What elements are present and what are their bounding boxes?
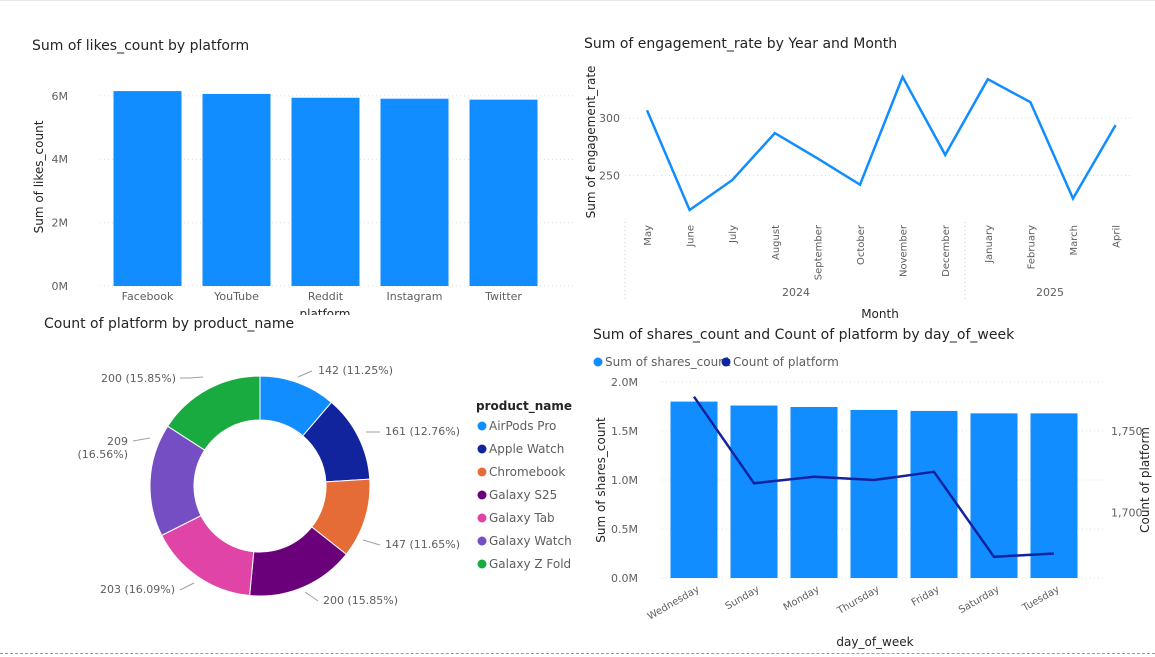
bar	[469, 99, 538, 286]
bar	[202, 93, 271, 287]
x-axis-title: day_of_week	[836, 635, 913, 649]
data-label-leader	[304, 591, 319, 602]
data-label: 200 (15.85%)	[323, 594, 398, 607]
y-tick-label-left: 0.0M	[611, 572, 638, 585]
y-tick-label-left: 1.0M	[611, 474, 638, 487]
shares-chart: 0.0M0.5M1.0M1.5M2.0M1,7001,750Wednesday S…	[593, 355, 1152, 649]
legend-marker	[477, 421, 487, 431]
bar	[850, 409, 898, 578]
legend-marker	[477, 444, 487, 454]
data-label-leader	[180, 376, 204, 379]
bar	[291, 97, 360, 286]
legend-item: Apple Watch	[489, 442, 564, 456]
legend-item: Count of platform	[733, 355, 839, 369]
x-tick-label: November	[899, 224, 910, 277]
x-tick-label: YouTube	[213, 290, 259, 303]
legend-marker	[477, 490, 487, 500]
bar	[970, 413, 1018, 578]
x-tick-label: January	[984, 225, 995, 264]
data-label: 147 (11.65%)	[385, 538, 460, 551]
y-tick-label-left: 1.5M	[611, 425, 638, 438]
shares-chart-panel[interactable]: Sum of shares_count and Count of platfor…	[580, 320, 1155, 653]
legend-item: AirPods Pro	[489, 419, 556, 433]
bar	[380, 98, 449, 287]
y-axis-title-left: Sum of shares_count	[594, 417, 608, 543]
engagement-chart: 250 300 May June July August September October N…	[584, 66, 1133, 320]
y-tick-label: 6M	[52, 90, 69, 103]
x-tick-label: Reddit	[308, 290, 344, 303]
x-tick-label: Instagram	[387, 290, 443, 303]
legend-item: Sum of shares_count	[605, 355, 731, 369]
legend-marker	[593, 357, 603, 367]
y-axis-title-right: Count of platform	[1138, 427, 1152, 533]
legend-item: Galaxy S25	[489, 488, 557, 502]
year-label: 2025	[1036, 286, 1064, 299]
legend-marker	[721, 357, 731, 367]
donut-chart: 142 (11.25%) 161 (12.76%) 147 (11.65%) 200 …	[77, 364, 572, 607]
x-tick-label: Facebook	[122, 290, 174, 303]
data-label: 203 (16.09%)	[100, 583, 175, 596]
x-tick-label: Sunday	[724, 584, 762, 612]
likes-chart-panel[interactable]: Sum of likes_count by platform 0M 2M 4M 6M F…	[0, 0, 580, 315]
x-tick-label: July	[728, 225, 739, 244]
x-tick-label: March	[1069, 225, 1080, 255]
x-tick-label: Saturday	[957, 584, 1002, 616]
legend-marker	[477, 467, 487, 477]
data-label-leader	[179, 582, 195, 591]
x-tick-label: October	[856, 224, 867, 265]
bar	[113, 91, 182, 286]
x-axis-title: Month	[861, 307, 899, 320]
legend-marker	[477, 536, 487, 546]
x-tick-label: Tuesday	[1020, 584, 1062, 614]
y-tick-label-left: 0.5M	[611, 523, 638, 536]
engagement-chart-panel[interactable]: Sum of engagement_rate by Year and Month…	[580, 0, 1155, 320]
data-label: (16.56%)	[77, 448, 128, 461]
x-tick-label: February	[1026, 225, 1037, 269]
y-tick-label: 300	[599, 112, 620, 125]
legend-item: Galaxy Z Fold	[489, 557, 571, 571]
x-tick-label: May	[643, 225, 654, 246]
series-line	[645, 73, 1117, 212]
y-axis-title: Sum of likes_count	[32, 120, 46, 233]
legend-item: Galaxy Watch	[489, 534, 572, 548]
data-label: 161 (12.76%)	[385, 425, 460, 438]
data-label: 142 (11.25%)	[318, 364, 393, 377]
x-tick-label: September	[813, 224, 824, 280]
y-tick-label: 250	[599, 170, 620, 183]
data-label-leader	[132, 437, 151, 442]
bar	[790, 406, 838, 578]
y-axis-title: Sum of engagement_rate	[584, 66, 598, 219]
x-axis-title: platform	[300, 307, 351, 315]
legend-item: Galaxy Tab	[489, 511, 555, 525]
x-tick-label: Monday	[782, 584, 822, 613]
data-label-leader	[297, 370, 313, 378]
y-tick-label: 4M	[52, 153, 69, 166]
likes-chart: 0M 2M 4M 6M Facebook YouTube Reddit Instagram Tw…	[32, 90, 575, 315]
year-label: 2024	[782, 286, 810, 299]
y-tick-label-left: 2.0M	[611, 376, 638, 389]
bar	[670, 401, 718, 578]
data-label: 200 (15.85%)	[101, 372, 176, 385]
x-tick-label: June	[686, 225, 697, 248]
legend-marker	[477, 513, 487, 523]
legend-marker	[477, 559, 487, 569]
x-tick-label: Friday	[910, 584, 942, 609]
legend-title: product_name	[476, 399, 572, 414]
y-tick-label: 0M	[52, 280, 69, 293]
x-tick-label: April	[1112, 225, 1123, 248]
product-donut-panel[interactable]: Count of platform by product_name 142 (1…	[0, 315, 580, 653]
x-tick-label: Twitter	[484, 290, 522, 303]
x-tick-label: Wednesday	[646, 584, 702, 623]
x-tick-label: August	[771, 225, 782, 260]
x-tick-label: Thursday	[835, 584, 882, 617]
data-label-leader	[362, 539, 381, 546]
x-tick-label: December	[941, 224, 952, 277]
data-label: 209	[107, 435, 128, 448]
y-tick-label: 2M	[52, 217, 69, 230]
legend-item: Chromebook	[489, 465, 565, 479]
bottom-border	[0, 653, 1155, 654]
bar	[730, 405, 778, 578]
